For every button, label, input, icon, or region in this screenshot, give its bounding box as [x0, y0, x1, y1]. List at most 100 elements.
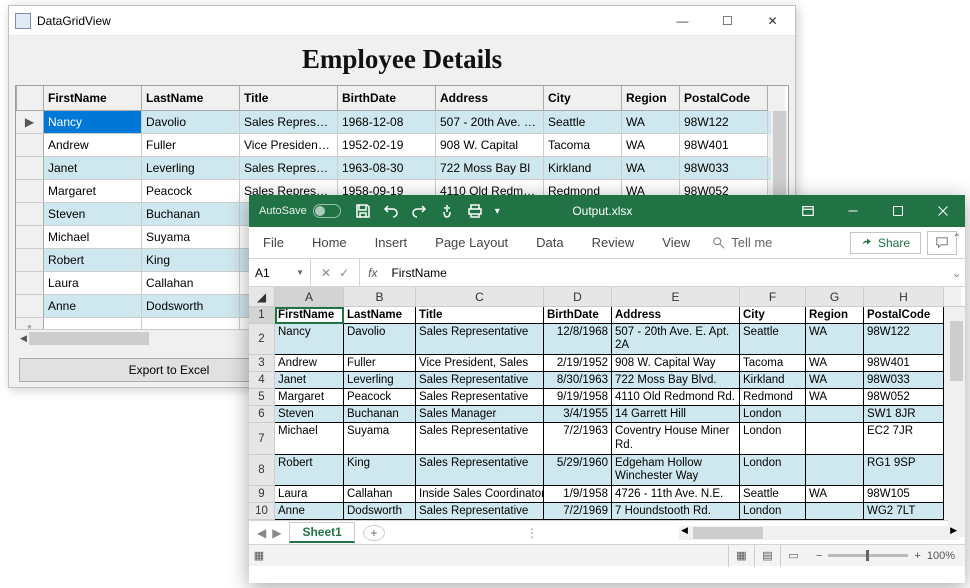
- row-header-9[interactable]: 9: [249, 486, 275, 503]
- ribbon-tab-data[interactable]: Data: [522, 235, 577, 250]
- ribbon-tab-insert[interactable]: Insert: [361, 235, 422, 250]
- cell[interactable]: Steven: [275, 406, 344, 423]
- cell[interactable]: 12/8/1968: [544, 324, 612, 355]
- cell[interactable]: 98W052: [864, 389, 944, 406]
- cell[interactable]: Address: [612, 307, 740, 324]
- grid-cell[interactable]: 507 - 20th Ave. E...: [436, 111, 544, 134]
- save-icon[interactable]: [355, 203, 371, 219]
- cell[interactable]: EC2 7JR: [864, 423, 944, 454]
- minimize-button[interactable]: —: [660, 6, 705, 36]
- cell[interactable]: Davolio: [344, 324, 416, 355]
- grid-cell[interactable]: Tacoma: [544, 134, 622, 157]
- page-layout-view-button[interactable]: ▤: [754, 545, 780, 567]
- expand-formula-bar-icon[interactable]: ⌄: [948, 266, 965, 280]
- cell[interactable]: Sales Representative: [416, 372, 544, 389]
- enter-formula-icon[interactable]: ✓: [339, 266, 349, 280]
- grid-cell[interactable]: Laura: [44, 272, 142, 295]
- cell[interactable]: Fuller: [344, 355, 416, 372]
- grid-cell[interactable]: Leverling: [142, 157, 240, 180]
- col-header-G[interactable]: G: [806, 287, 864, 306]
- excel-close-button[interactable]: [920, 195, 965, 227]
- row-header-corner[interactable]: [16, 86, 44, 111]
- grid-cell[interactable]: 908 W. Capital: [436, 134, 544, 157]
- grid-cell[interactable]: Steven: [44, 203, 142, 226]
- ribbon-tab-page-layout[interactable]: Page Layout: [421, 235, 522, 250]
- cancel-formula-icon[interactable]: ✕: [321, 266, 331, 280]
- cell[interactable]: 98W122: [864, 324, 944, 355]
- row-header-10[interactable]: 10: [249, 503, 275, 520]
- grid-cell[interactable]: 98W122: [680, 111, 768, 134]
- cell[interactable]: 98W105: [864, 486, 944, 503]
- col-header-H[interactable]: H: [864, 287, 944, 306]
- grid-cell[interactable]: 1968-12-08: [338, 111, 436, 134]
- cell[interactable]: 7/2/1963: [544, 423, 612, 454]
- cell[interactable]: Region: [806, 307, 864, 324]
- row-header[interactable]: [16, 180, 44, 203]
- excel-minimize-button[interactable]: [830, 195, 875, 227]
- cell[interactable]: Buchanan: [344, 406, 416, 423]
- cell[interactable]: Sales Representative: [416, 423, 544, 454]
- col-header-E[interactable]: E: [612, 287, 740, 306]
- row-header-8[interactable]: 8: [249, 455, 275, 486]
- cell[interactable]: 908 W. Capital Way: [612, 355, 740, 372]
- cell[interactable]: RG1 9SP: [864, 455, 944, 486]
- cell[interactable]: LastName: [344, 307, 416, 324]
- column-header[interactable]: Title: [240, 86, 338, 111]
- cell[interactable]: Callahan: [344, 486, 416, 503]
- column-header[interactable]: PostalCode: [680, 86, 768, 111]
- autosave-toggle[interactable]: AutoSave: [259, 204, 341, 218]
- grid-cell[interactable]: 1952-02-19: [338, 134, 436, 157]
- cell[interactable]: Margaret: [275, 389, 344, 406]
- grid-cell[interactable]: Andrew: [44, 134, 142, 157]
- grid-cell[interactable]: Robert: [44, 249, 142, 272]
- row-header[interactable]: [16, 157, 44, 180]
- name-box[interactable]: A1 ▼: [249, 259, 311, 286]
- col-header-F[interactable]: F: [740, 287, 806, 306]
- cell[interactable]: Sales Manager: [416, 406, 544, 423]
- zoom-out-icon[interactable]: −: [816, 550, 822, 562]
- cell[interactable]: 722 Moss Bay Blvd.: [612, 372, 740, 389]
- sheet-tab-sheet1[interactable]: Sheet1: [289, 522, 354, 543]
- grid-cell[interactable]: Janet: [44, 157, 142, 180]
- grid-cell[interactable]: Davolio: [142, 111, 240, 134]
- select-all-corner[interactable]: ◢: [249, 287, 275, 306]
- ribbon-display-button[interactable]: [785, 195, 830, 227]
- col-header-C[interactable]: C: [416, 287, 544, 306]
- cell[interactable]: Suyama: [344, 423, 416, 454]
- cell[interactable]: WA: [806, 324, 864, 355]
- maximize-button[interactable]: ☐: [705, 6, 750, 36]
- cell[interactable]: London: [740, 455, 806, 486]
- cell[interactable]: 5/29/1960: [544, 455, 612, 486]
- cell[interactable]: [806, 423, 864, 454]
- column-headers[interactable]: ◢ABCDEFGH: [249, 287, 965, 307]
- row-header-6[interactable]: 6: [249, 406, 275, 423]
- cell[interactable]: London: [740, 503, 806, 520]
- collapse-ribbon-icon[interactable]: ⌃: [953, 233, 961, 244]
- cell[interactable]: Sales Representative: [416, 455, 544, 486]
- cell[interactable]: London: [740, 406, 806, 423]
- cell[interactable]: Edgeham Hollow Winchester Way: [612, 455, 740, 486]
- sheet-nav[interactable]: ◀▶: [249, 526, 289, 540]
- formula-input[interactable]: FirstName: [385, 266, 948, 280]
- cell[interactable]: 507 - 20th Ave. E. Apt. 2A: [612, 324, 740, 355]
- row-header[interactable]: [16, 134, 44, 157]
- cell[interactable]: Sales Representative: [416, 389, 544, 406]
- cell[interactable]: Tacoma: [740, 355, 806, 372]
- column-header[interactable]: Region: [622, 86, 680, 111]
- excel-maximize-button[interactable]: [875, 195, 920, 227]
- zoom-slider[interactable]: [828, 554, 908, 557]
- cell[interactable]: London: [740, 423, 806, 454]
- row-header[interactable]: ▶: [16, 111, 44, 134]
- grid-cell[interactable]: WA: [622, 134, 680, 157]
- grid-cell[interactable]: Seattle: [544, 111, 622, 134]
- cell[interactable]: 4726 - 11th Ave. N.E.: [612, 486, 740, 503]
- cell[interactable]: BirthDate: [544, 307, 612, 324]
- cell[interactable]: 98W401: [864, 355, 944, 372]
- grid-cell[interactable]: Sales Represent...: [240, 111, 338, 134]
- row-header-4[interactable]: 4: [249, 372, 275, 389]
- share-button[interactable]: Share: [850, 232, 921, 254]
- cell[interactable]: Nancy: [275, 324, 344, 355]
- grid-cell[interactable]: Sales Represent...: [240, 157, 338, 180]
- cell[interactable]: [806, 503, 864, 520]
- cell[interactable]: WA: [806, 486, 864, 503]
